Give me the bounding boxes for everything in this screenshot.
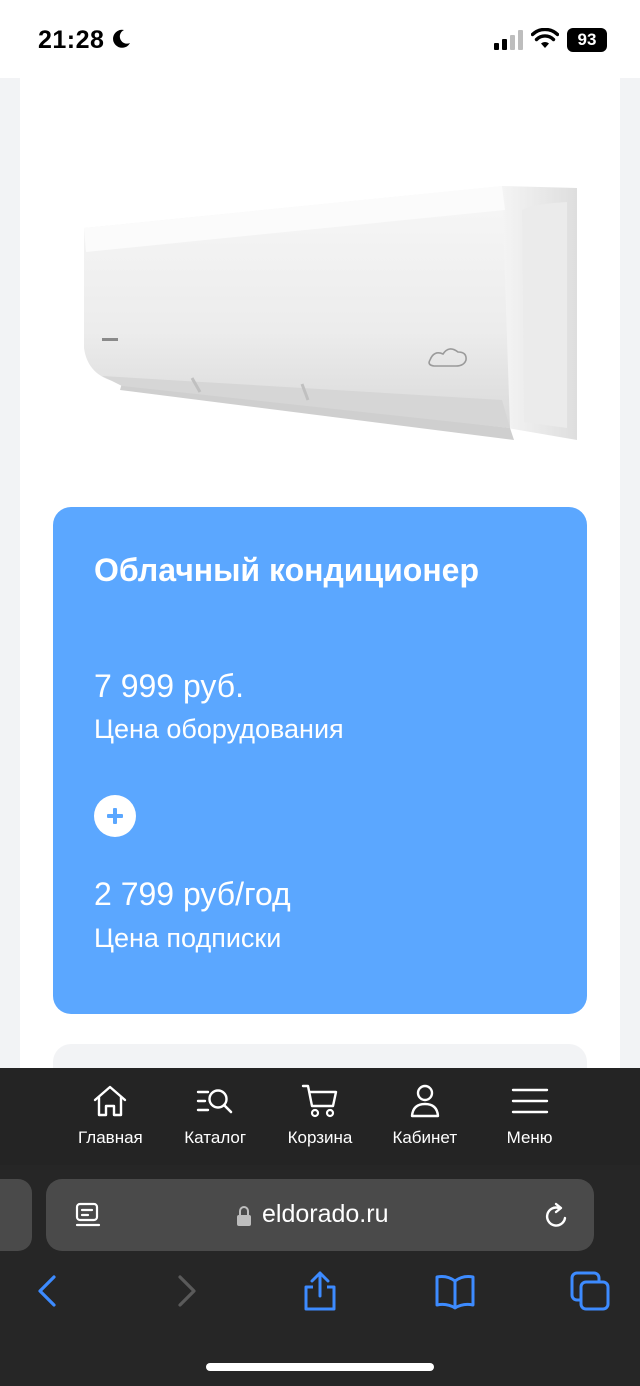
battery-indicator: 93 xyxy=(567,28,607,52)
equipment-price: 7 999 руб. xyxy=(94,668,244,704)
user-icon xyxy=(410,1084,439,1118)
share-icon[interactable] xyxy=(298,1269,342,1313)
subscription-price: 2 799 руб/год xyxy=(94,876,291,912)
cellular-signal-icon xyxy=(494,30,523,50)
catalog-search-icon xyxy=(196,1089,233,1114)
lock-icon xyxy=(237,1206,251,1226)
bookmarks-icon[interactable] xyxy=(433,1269,477,1313)
status-bar: 21:28 93 xyxy=(0,0,640,78)
previous-tab-peek[interactable] xyxy=(0,1179,32,1251)
wifi-icon xyxy=(531,28,559,48)
address-bar[interactable]: eldorado.ru xyxy=(46,1179,594,1251)
url-text: eldorado.ru xyxy=(262,1200,389,1228)
nav-label-account: Кабинет xyxy=(392,1128,458,1147)
subscription-price-caption: Цена подписки xyxy=(94,923,282,953)
forward-arrow-icon[interactable] xyxy=(164,1269,208,1313)
air-conditioner-image xyxy=(84,186,577,440)
plus-icon xyxy=(94,795,136,837)
nav-label-menu: Меню xyxy=(506,1128,553,1147)
product-info-card: Облачный кондиционер 7 999 руб. Цена обо… xyxy=(53,507,587,1014)
product-section: Облачный кондиционер 7 999 руб. Цена обо… xyxy=(20,78,620,1068)
tabs-overview-icon[interactable] xyxy=(568,1269,612,1313)
status-time: 21:28 xyxy=(38,26,105,54)
nav-label-cart: Корзина xyxy=(287,1128,353,1147)
nav-label-home: Главная xyxy=(78,1128,143,1147)
reader-mode-icon[interactable] xyxy=(74,1201,102,1231)
site-bottom-nav: Главная Каталог Корзина Кабинет Меню xyxy=(0,1068,640,1165)
equipment-price-caption: Цена оборудования xyxy=(94,714,344,744)
nav-item-home[interactable]: Главная xyxy=(58,1068,163,1165)
nav-item-menu[interactable]: Меню xyxy=(477,1068,582,1165)
home-icon xyxy=(94,1085,127,1117)
nav-label-catalog: Каталог xyxy=(184,1128,247,1147)
nav-item-cart[interactable]: Корзина xyxy=(268,1068,373,1165)
menu-icon xyxy=(511,1088,548,1114)
home-indicator xyxy=(206,1363,434,1371)
reload-icon[interactable] xyxy=(543,1201,571,1231)
next-card xyxy=(53,1044,587,1068)
back-arrow-icon[interactable] xyxy=(26,1269,70,1313)
product-title: Облачный кондиционер xyxy=(94,552,479,588)
cart-icon xyxy=(301,1084,338,1118)
moon-icon xyxy=(113,29,130,48)
nav-item-catalog[interactable]: Каталог xyxy=(163,1068,268,1165)
nav-item-account[interactable]: Кабинет xyxy=(372,1068,477,1165)
web-page: Облачный кондиционер 7 999 руб. Цена обо… xyxy=(0,78,640,1068)
browser-toolbar: eldorado.ru xyxy=(0,1165,640,1386)
